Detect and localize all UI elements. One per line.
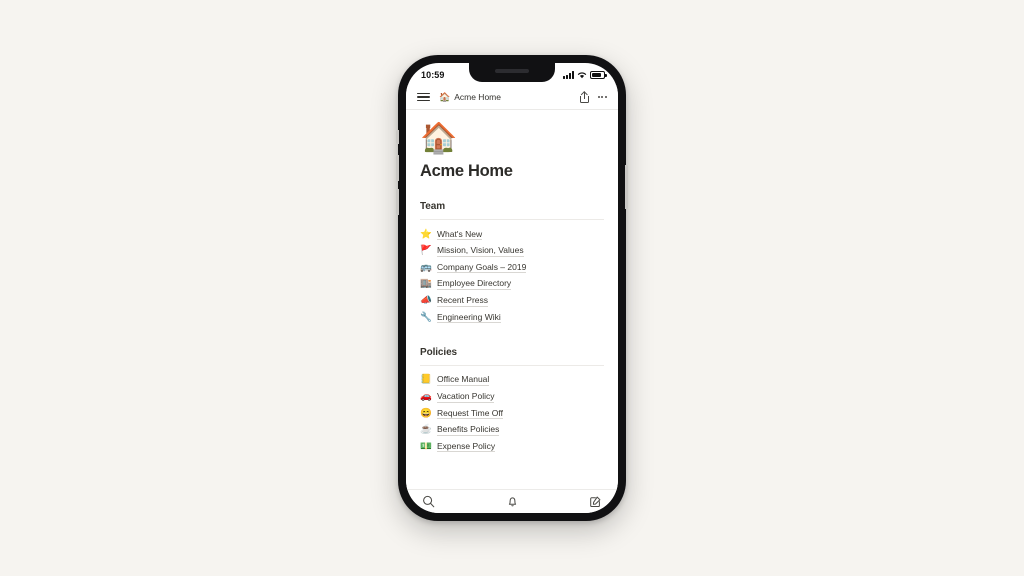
- car-icon: 🚗: [420, 390, 432, 402]
- bottom-toolbar: [406, 489, 618, 513]
- list-item[interactable]: 📣 Recent Press: [420, 293, 604, 310]
- list-item[interactable]: 🔧 Engineering Wiki: [420, 309, 604, 326]
- list-item[interactable]: 🚩 Mission, Vision, Values: [420, 243, 604, 260]
- wrench-icon: 🔧: [420, 311, 432, 323]
- page-title: Acme Home: [420, 162, 513, 180]
- breadcrumb[interactable]: 🏠 Acme Home: [439, 92, 580, 102]
- list-item-label: Company Goals – 2019: [437, 261, 527, 274]
- list-item-label: Mission, Vision, Values: [437, 245, 524, 257]
- hamburger-menu-icon[interactable]: [417, 92, 430, 102]
- list-item-label: Engineering Wiki: [437, 311, 501, 324]
- wifi-icon: [577, 72, 587, 79]
- status-icons: [563, 71, 607, 79]
- section-team: Team ⭐ What's New 🚩 Mission, Vision, Val…: [420, 201, 604, 326]
- status-time: 10:59: [421, 70, 445, 80]
- search-icon[interactable]: [422, 495, 435, 508]
- notch: [469, 63, 555, 82]
- list-item[interactable]: ☕ Benefits Policies: [420, 422, 604, 439]
- list-item[interactable]: 📒 Office Manual: [420, 372, 604, 389]
- list-item[interactable]: 🏬 Employee Directory: [420, 276, 604, 293]
- power-button[interactable]: [625, 165, 628, 209]
- megaphone-icon: 📣: [420, 295, 432, 307]
- list-item-label: Expense Policy: [437, 440, 496, 453]
- smiley-face-icon: 😄: [420, 407, 432, 419]
- list-item-label: What's New: [437, 228, 483, 241]
- notebook-icon: 📒: [420, 374, 432, 386]
- silent-switch[interactable]: [396, 130, 399, 144]
- more-options-icon[interactable]: [597, 96, 607, 98]
- bell-icon[interactable]: [506, 495, 519, 508]
- house-icon: 🏠: [439, 91, 451, 102]
- phone-screen: 10:59 🏠 Acme Home 🏠 Acme Home Team ⭐ Wha…: [406, 63, 618, 513]
- section-divider: [420, 219, 604, 220]
- flag-icon: 🚩: [420, 245, 432, 257]
- cellular-signal-icon: [563, 71, 574, 79]
- list-item[interactable]: 🚗 Vacation Policy: [420, 388, 604, 405]
- coffee-icon: ☕: [420, 424, 432, 436]
- page-content: 🏠 Acme Home Team ⭐ What's New 🚩 Mission,…: [406, 110, 618, 489]
- phone-frame: 10:59 🏠 Acme Home 🏠 Acme Home Team ⭐ Wha…: [396, 55, 628, 521]
- bus-icon: 🚌: [420, 261, 432, 273]
- money-icon: 💵: [420, 440, 432, 452]
- section-heading: Policies: [420, 346, 457, 358]
- list-item-label: Vacation Policy: [437, 390, 495, 403]
- compose-icon[interactable]: [589, 495, 602, 508]
- list-item-label: Recent Press: [437, 295, 489, 307]
- volume-up-button[interactable]: [396, 155, 399, 181]
- list-item[interactable]: 😄 Request Time Off: [420, 405, 604, 422]
- breadcrumb-label: Acme Home: [454, 92, 501, 102]
- section-divider: [420, 364, 604, 366]
- star-icon: ⭐: [420, 228, 432, 240]
- app-header: 🏠 Acme Home: [406, 85, 618, 110]
- list-item-label: Request Time Off: [437, 407, 503, 420]
- section-heading: Team: [420, 201, 445, 212]
- header-actions: [579, 90, 607, 103]
- share-icon[interactable]: [579, 90, 589, 103]
- list-item[interactable]: ⭐ What's New: [420, 226, 604, 243]
- volume-down-button[interactable]: [396, 189, 399, 215]
- earpiece-speaker: [495, 69, 529, 73]
- battery-icon: [590, 71, 607, 79]
- list-item[interactable]: 💵 Expense Policy: [420, 438, 604, 455]
- page-icon[interactable]: 🏠: [420, 124, 604, 154]
- list-item-label: Office Manual: [437, 374, 490, 386]
- list-item-label: Employee Directory: [437, 278, 512, 290]
- list-item[interactable]: 🚌 Company Goals – 2019: [420, 259, 604, 276]
- section-policies: Policies 📒 Office Manual 🚗 Vacation Poli…: [420, 347, 604, 455]
- building-icon: 🏬: [420, 278, 432, 290]
- list-item-label: Benefits Policies: [437, 424, 500, 436]
